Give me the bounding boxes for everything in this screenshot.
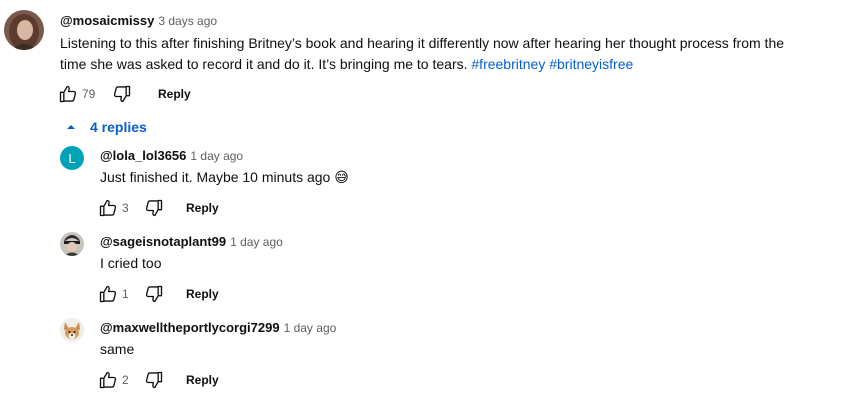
replies-toggle-button[interactable]: 4 replies	[64, 119, 147, 135]
reply-actions: 3 Reply	[96, 196, 219, 220]
reply-actions: 2 Reply	[96, 368, 219, 392]
like-button[interactable]	[96, 368, 120, 392]
reply-button[interactable]: Reply	[186, 373, 219, 387]
comment-author[interactable]: @mosaicmissy 3 days ago	[60, 13, 217, 28]
thumb-up-icon	[59, 85, 77, 103]
reply-text: Just finished it. Maybe 10 minuts ago 😅	[100, 169, 349, 185]
caret-up-icon	[67, 125, 75, 129]
like-button[interactable]	[56, 82, 80, 106]
thumb-up-icon	[99, 285, 117, 303]
reply-timestamp[interactable]: 1 day ago	[230, 235, 283, 249]
avatar-maxwelltheportlycorgi[interactable]	[60, 318, 84, 342]
thumb-down-icon	[145, 199, 163, 217]
reply-button[interactable]: Reply	[186, 287, 219, 301]
reply-author[interactable]: @lola_lol3656 1 day ago	[100, 148, 243, 163]
reply-button[interactable]: Reply	[158, 87, 191, 101]
dislike-button[interactable]	[142, 368, 166, 392]
dislike-button[interactable]	[142, 282, 166, 306]
reply-timestamp[interactable]: 1 day ago	[190, 149, 243, 163]
thumb-down-icon	[113, 85, 131, 103]
reply-button[interactable]: Reply	[186, 201, 219, 215]
dislike-button[interactable]	[142, 196, 166, 220]
reply-actions: 1 Reply	[96, 282, 219, 306]
thumb-up-icon	[99, 371, 117, 389]
hashtag-link[interactable]: #britneyisfree	[549, 56, 633, 72]
thumb-down-icon	[145, 371, 163, 389]
grinning-sweat-emoji: 😅	[334, 169, 349, 185]
comment-text: Listening to this after finishing Britne…	[60, 35, 785, 72]
hashtag-link[interactable]: #freebritney	[471, 56, 545, 72]
like-button[interactable]	[96, 282, 120, 306]
replies-count-label: 4 replies	[90, 119, 147, 135]
avatar-sageisnotaplant[interactable]	[60, 232, 84, 256]
reply-text: I cried too	[100, 255, 162, 271]
reply-author[interactable]: @sageisnotaplant99 1 day ago	[100, 234, 283, 249]
like-button[interactable]	[96, 196, 120, 220]
avatar-lola[interactable]: L	[60, 146, 84, 170]
dislike-button[interactable]	[110, 82, 134, 106]
reply-timestamp[interactable]: 1 day ago	[284, 321, 337, 335]
thumb-down-icon	[145, 285, 163, 303]
comment-actions: 79 Reply	[56, 82, 191, 106]
avatar-letter: L	[68, 150, 76, 166]
reply-text: same	[100, 341, 135, 357]
comment-timestamp[interactable]: 3 days ago	[158, 14, 217, 28]
like-count: 79	[82, 87, 96, 101]
avatar-mosaicmissy[interactable]	[4, 10, 44, 50]
thumb-up-icon	[99, 199, 117, 217]
reply-author[interactable]: @maxwelltheportlycorgi7299 1 day ago	[100, 320, 336, 335]
